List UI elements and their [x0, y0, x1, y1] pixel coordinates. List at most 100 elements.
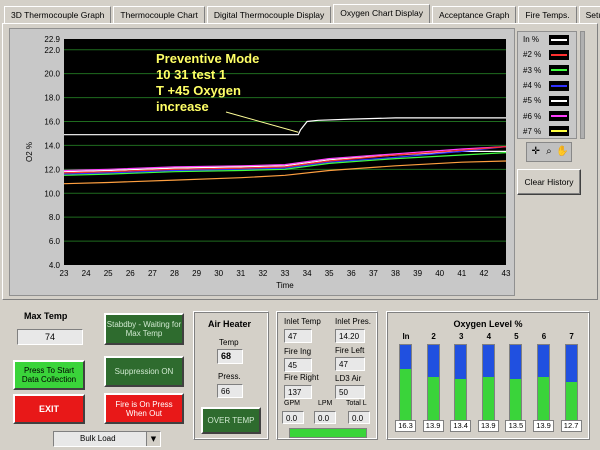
bulk-load-select[interactable]: Bulk Load ▼	[53, 431, 161, 447]
y-tick-label: 22.0	[44, 46, 60, 55]
oxygen-bar-label: 3	[458, 332, 464, 341]
oxygen-bar-label: 6	[541, 332, 547, 341]
y-tick-label: 20.0	[44, 70, 60, 79]
x-tick-label: 38	[391, 269, 400, 278]
oxygen-bar-label: In	[402, 332, 410, 341]
x-axis-label: Time	[276, 281, 294, 290]
fire-right-label: Fire Right	[284, 373, 319, 382]
standby-indicator[interactable]: Stabdby - Waiting for Max Temp	[104, 313, 184, 345]
crosshair-icon[interactable]: ✛	[530, 146, 542, 158]
tab-setup[interactable]: Setup	[578, 6, 600, 23]
oxygen-chart: 22.9 22.0 20.0 18.0 16.0 14.0 12.0 10.0 8.0 6.0 4.…	[9, 28, 515, 296]
chevron-down-icon[interactable]: ▼	[146, 432, 160, 446]
legend-label: #7 %	[523, 126, 542, 136]
lpm-value: 0.0	[314, 411, 336, 424]
legend-swatch	[549, 65, 569, 76]
ld3-air-value: 50	[335, 385, 365, 399]
y-tick-label: 14.0	[44, 141, 60, 150]
air-heater-title: Air Heater	[208, 319, 252, 329]
fire-left-value: 47	[335, 357, 365, 371]
x-tick-label: 26	[126, 269, 135, 278]
zoom-icon[interactable]: ⌕	[543, 146, 555, 158]
fire-out-button[interactable]: Fire is On Press When Out	[104, 393, 184, 424]
oxygen-chart-svg: 22.922.020.018.016.014.012.010.08.06.04.…	[25, 35, 511, 290]
tab-digital-thermocouple-display[interactable]: Digital Thermocouple Display	[206, 6, 332, 23]
annotation-text: 10 31 test 1	[156, 67, 226, 82]
oxygen-level-bar	[426, 344, 440, 428]
y-tick-label: 18.0	[44, 94, 60, 103]
legend-item[interactable]: #4 %	[518, 78, 576, 93]
gpm-value: 0.0	[282, 411, 304, 424]
x-tick-label: 24	[82, 269, 91, 278]
clear-history-button[interactable]: Clear History	[517, 169, 581, 195]
oxygen-level-bar	[481, 344, 495, 428]
oxygen-level-bar	[564, 344, 578, 428]
bulk-load-value: Bulk Load	[80, 434, 116, 443]
legend-item[interactable]: #6 %	[518, 108, 576, 123]
legend-item[interactable]: In %	[518, 32, 576, 47]
inlet-temp-label: Inlet Temp	[284, 317, 321, 326]
lpm-label: LPM	[318, 400, 333, 407]
oxygen-bar-value: 13.9	[477, 420, 499, 432]
legend-item[interactable]: #5 %	[518, 93, 576, 108]
oxygen-level-bar	[537, 344, 550, 428]
x-tick-label: 42	[479, 269, 488, 278]
legend-swatch	[549, 126, 569, 137]
x-tick-label: 31	[236, 269, 245, 278]
fire-ing-value: 45	[284, 358, 312, 372]
total-value: 0.0	[348, 411, 370, 424]
x-tick-label: 25	[104, 269, 113, 278]
y-tick-label: 22.9	[44, 35, 60, 44]
air-heater-press-value: 66	[217, 384, 243, 398]
x-tick-label: 33	[281, 269, 290, 278]
fire-right-value: 137	[284, 385, 312, 399]
oxygen-bar-value: 13.9	[533, 420, 554, 432]
x-tick-label: 28	[170, 269, 179, 278]
air-heater-temp-value: 68	[217, 349, 243, 364]
legend-item[interactable]: #3 %	[518, 63, 576, 78]
tab-3d-thermocouple-graph[interactable]: 3D Thermocouple Graph	[4, 6, 112, 23]
legend-swatch	[549, 34, 569, 45]
legend-swatch	[549, 49, 569, 60]
oxygen-bar-label: 2	[431, 332, 436, 341]
hand-icon[interactable]: ✋	[556, 146, 568, 158]
tab-thermocouple-chart[interactable]: Thermocouple Chart	[113, 6, 205, 23]
oxygen-bar-value: 13.4	[450, 420, 472, 432]
fire-left-label: Fire Left	[335, 346, 365, 355]
legend-label: #4 %	[523, 81, 542, 91]
y-tick-label: 10.0	[44, 189, 60, 198]
legend-item[interactable]: #2 %	[518, 47, 576, 62]
y-tick-label: 12.0	[44, 165, 60, 174]
x-tick-label: 35	[325, 269, 334, 278]
oxygen-level-bar	[454, 344, 468, 428]
ld3-air-label: LD3 Air	[335, 374, 362, 383]
tab-oxygen-chart-display[interactable]: Oxygen Chart Display	[333, 4, 430, 23]
legend-item[interactable]: #7 %	[518, 124, 576, 139]
legend-swatch	[549, 111, 569, 122]
oxygen-bar-value: 13.5	[505, 420, 527, 432]
over-temp-indicator: OVER TEMP	[201, 407, 261, 434]
x-tick-label: 37	[369, 269, 378, 278]
oxygen-bar-label: 5	[514, 332, 519, 341]
oxygen-level-bar	[399, 344, 412, 428]
x-tick-label: 40	[435, 269, 444, 278]
legend-label: #2 %	[523, 50, 542, 60]
legend-scrollbar[interactable]	[580, 31, 585, 139]
inlet-pres-label: Inlet Pres.	[335, 317, 372, 326]
annotation-text: T +45 Oxygen	[156, 83, 241, 98]
tab-acceptance-graph[interactable]: Acceptance Graph	[431, 6, 517, 23]
graph-palette: ✛ ⌕ ✋	[526, 142, 572, 162]
total-label: Total L	[346, 400, 367, 407]
suppression-button[interactable]: Suppression ON	[104, 356, 184, 387]
start-data-collection-button[interactable]: Press To Start Data Collection	[13, 360, 85, 390]
legend-label: #5 %	[523, 96, 542, 106]
exit-button[interactable]: EXIT	[13, 394, 85, 424]
x-tick-label: 36	[347, 269, 356, 278]
y-axis-label: O2 %	[25, 142, 34, 162]
annotation-text: increase	[156, 99, 209, 114]
inlet-pres-value: 14.20	[335, 329, 365, 343]
x-tick-label: 41	[457, 269, 466, 278]
oxygen-bar-label: 7	[569, 332, 574, 341]
tab-fire-temps[interactable]: Fire Temps.	[518, 6, 577, 23]
max-temp-value: 74	[17, 329, 83, 345]
